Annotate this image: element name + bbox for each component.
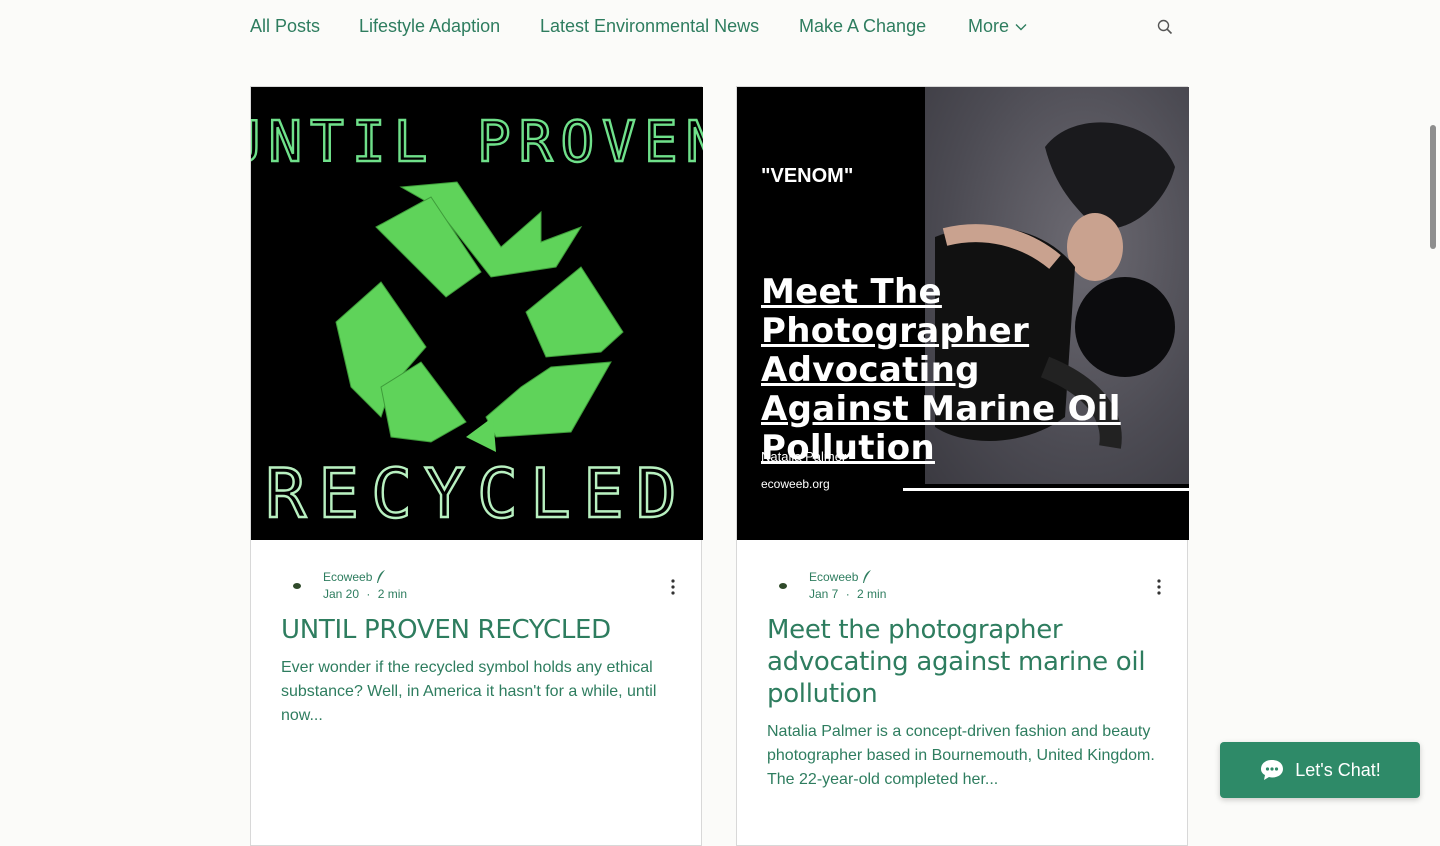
nav-more-dropdown[interactable]: More [968, 16, 1027, 37]
cover-divider [903, 488, 1189, 491]
post-date-readtime: Jan 20 · 2 min [323, 587, 408, 601]
chevron-down-icon [1015, 23, 1027, 30]
nav-more-label: More [968, 16, 1010, 36]
post-title[interactable]: Meet the photographer advocating against… [767, 614, 1167, 710]
post-cover-image[interactable]: UNTIL PROVEN RECYCLED [251, 87, 703, 540]
nav-latest-environmental-news[interactable]: Latest Environmental News [540, 16, 759, 37]
post-cover-image[interactable]: "VENOM" Meet The Photographer Advocating… [737, 87, 1189, 540]
author-name[interactable]: Ecoweeb [809, 570, 872, 584]
author-label: Ecoweeb [323, 570, 373, 584]
nav-make-a-change[interactable]: Make A Change [799, 16, 926, 37]
author-avatar[interactable] [285, 574, 309, 598]
lets-chat-button[interactable]: Let's Chat! [1220, 742, 1420, 798]
quill-icon [377, 570, 386, 583]
chat-bubble-icon [1261, 760, 1284, 780]
chat-label: Let's Chat! [1295, 759, 1381, 780]
read-time: 2 min [377, 587, 408, 601]
cover-bottom-text: RECYCLED [265, 455, 689, 534]
recycle-icon [335, 181, 624, 443]
page-scrollbar[interactable] [1430, 125, 1436, 249]
quill-icon [863, 570, 872, 583]
post-card[interactable]: "VENOM" Meet The Photographer Advocating… [736, 86, 1189, 846]
author-label: Ecoweeb [809, 570, 859, 584]
cover-credit-name: Natalia Palmer [761, 449, 847, 464]
post-title[interactable]: UNTIL PROVEN RECYCLED [281, 614, 681, 646]
cover-credit-url: ecoweeb.org [761, 477, 830, 491]
recycle-arrow-tip [466, 417, 496, 452]
post-meta: Ecoweeb Jan 7 · 2 min [767, 570, 1167, 604]
post-date-readtime: Jan 7 · 2 min [809, 587, 887, 601]
post-meta: Ecoweeb Jan 20 · 2 min [281, 570, 681, 604]
search-icon[interactable] [1156, 18, 1174, 36]
author-name[interactable]: Ecoweeb [323, 570, 386, 584]
nav-all-posts[interactable]: All Posts [250, 16, 320, 37]
blog-category-nav: All Posts Lifestyle Adaption Latest Envi… [250, 0, 1190, 52]
post-excerpt: Ever wonder if the recycled symbol holds… [281, 659, 657, 724]
author-avatar[interactable] [771, 574, 795, 598]
post-date: Jan 7 [809, 587, 839, 601]
post-date: Jan 20 [323, 587, 360, 601]
until-proven-recycled-artwork: UNTIL PROVEN RECYCLED [251, 109, 703, 535]
nav-lifestyle-adaption[interactable]: Lifestyle Adaption [359, 16, 500, 37]
cover-top-text: UNTIL PROVEN [251, 110, 703, 175]
read-time: 2 min [857, 587, 887, 601]
cover-label: "VENOM" [761, 165, 854, 187]
cover-headline: Meet The Photographer Advocating Against… [761, 272, 1121, 468]
post-excerpt: Natalia Palmer is a concept-driven fashi… [767, 723, 1155, 788]
post-card[interactable]: UNTIL PROVEN RECYCLED Ecoweeb Jan 20 · 2… [250, 86, 703, 846]
more-vertical-icon[interactable] [665, 578, 681, 596]
more-vertical-icon[interactable] [1151, 578, 1167, 596]
